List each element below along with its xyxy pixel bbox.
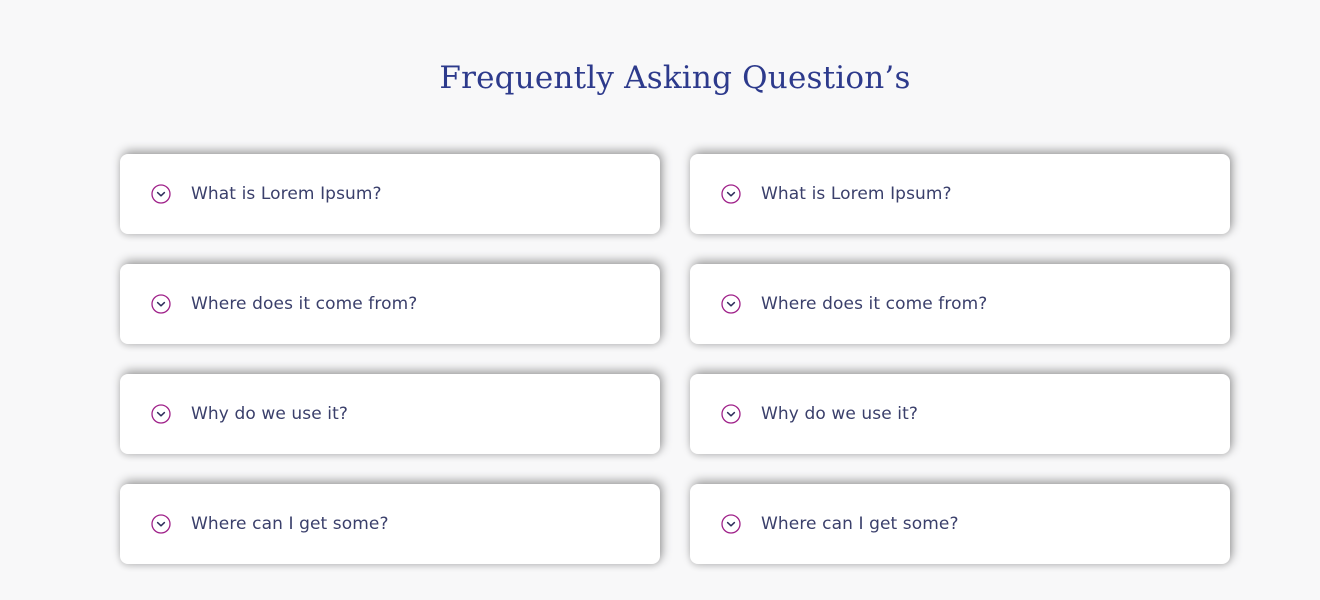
- faq-question: Where can I get some?: [191, 514, 389, 534]
- faq-item-what-is-lorem-ipsum-left[interactable]: What is Lorem Ipsum?: [120, 154, 660, 234]
- faq-question: What is Lorem Ipsum?: [191, 184, 382, 204]
- faq-item-why-do-we-use-it-right[interactable]: Why do we use it?: [690, 374, 1230, 454]
- faq-item-where-does-it-come-from-right[interactable]: Where does it come from?: [690, 264, 1230, 344]
- faq-question: Where does it come from?: [761, 294, 988, 314]
- chevron-down-circle-icon: [151, 294, 171, 314]
- chevron-down-circle-icon: [151, 404, 171, 424]
- chevron-down-circle-icon: [151, 184, 171, 204]
- chevron-down-circle-icon: [721, 514, 741, 534]
- faq-question: Where can I get some?: [761, 514, 959, 534]
- chevron-down-circle-icon: [151, 514, 171, 534]
- chevron-down-circle-icon: [721, 404, 741, 424]
- faq-section: Frequently Asking Question’s What is Lor…: [0, 0, 1320, 600]
- faq-item-why-do-we-use-it-left[interactable]: Why do we use it?: [120, 374, 660, 454]
- faq-question: Why do we use it?: [761, 404, 919, 424]
- chevron-down-circle-icon: [721, 294, 741, 314]
- faq-item-where-does-it-come-from-left[interactable]: Where does it come from?: [120, 264, 660, 344]
- faq-question: Why do we use it?: [191, 404, 349, 424]
- faq-item-where-can-i-get-some-right[interactable]: Where can I get some?: [690, 484, 1230, 564]
- faq-grid: What is Lorem Ipsum? What is Lorem Ipsum…: [120, 154, 1230, 564]
- chevron-down-circle-icon: [721, 184, 741, 204]
- page-title: Frequently Asking Question’s: [439, 60, 911, 96]
- faq-question: Where does it come from?: [191, 294, 418, 314]
- faq-item-what-is-lorem-ipsum-right[interactable]: What is Lorem Ipsum?: [690, 154, 1230, 234]
- faq-question: What is Lorem Ipsum?: [761, 184, 952, 204]
- faq-item-where-can-i-get-some-left[interactable]: Where can I get some?: [120, 484, 660, 564]
